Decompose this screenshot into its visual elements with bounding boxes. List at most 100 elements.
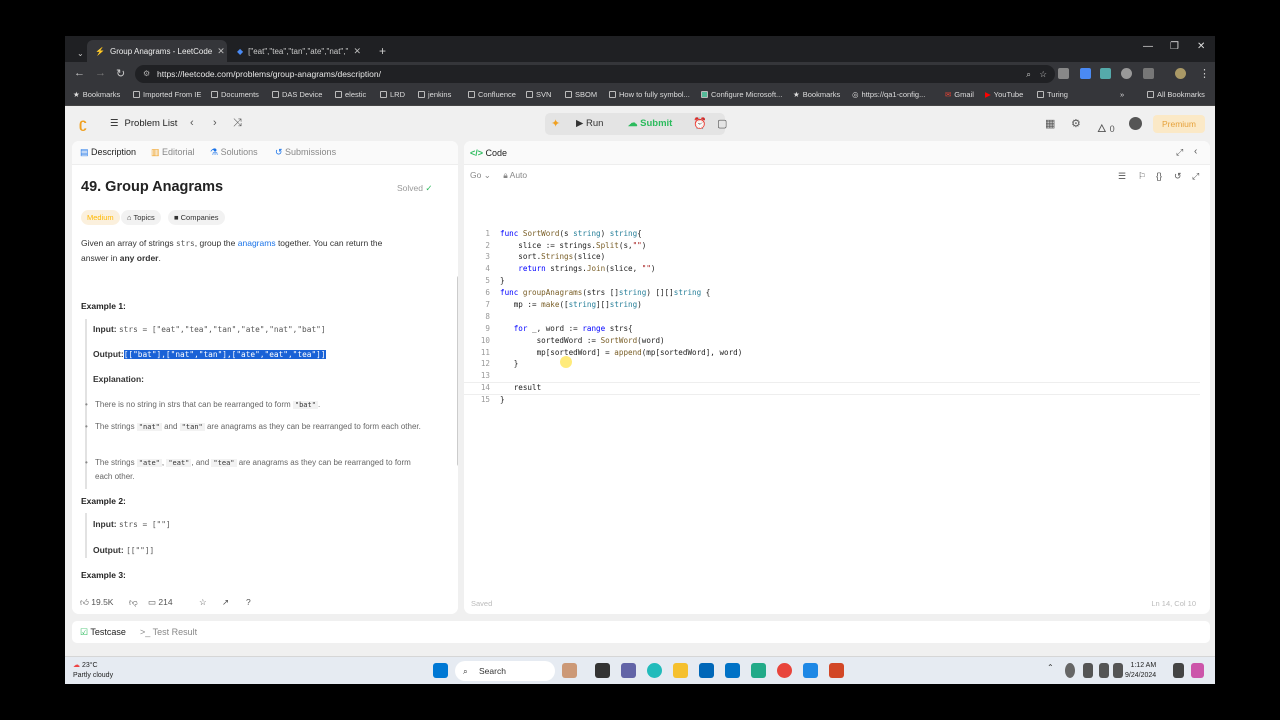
maximize-icon[interactable]: ❐ (1170, 41, 1179, 52)
new-tab-button[interactable]: + (371, 40, 394, 62)
forward-icon[interactable]: → (95, 67, 106, 79)
bookmark-item[interactable]: SBOM (565, 90, 597, 99)
difficulty-badge[interactable]: Medium (81, 210, 120, 225)
bookmark-item[interactable]: ◎ https://qa1-config... (852, 90, 925, 99)
windows-start-icon[interactable] (433, 663, 448, 678)
system-clock[interactable]: 1:12 AM 9/24/2024 (1125, 661, 1156, 681)
tab-group-anagrams[interactable]: ⚡ Group Anagrams - LeetCode ✕ (87, 40, 227, 62)
leetcode-logo[interactable]: ʗ (79, 115, 93, 131)
bookmark-icon[interactable]: ⚐ (1138, 171, 1146, 182)
selected-output-text[interactable]: [["bat"],["nat","tan"],["ate","eat","tea… (123, 350, 326, 359)
notification-bell-icon[interactable] (1173, 663, 1184, 678)
task-view-icon[interactable] (595, 663, 610, 678)
prev-problem-icon[interactable]: ‹ (190, 117, 194, 129)
run-button[interactable]: ▶ Run (576, 118, 603, 129)
wifi-icon[interactable] (1083, 663, 1093, 678)
bookmark-item[interactable]: Turing (1037, 90, 1068, 99)
close-icon[interactable]: ✕ (217, 46, 225, 57)
submit-button[interactable]: ☁ Submit (628, 118, 672, 129)
close-icon[interactable]: ✕ (353, 46, 361, 57)
tab-submissions[interactable]: ↺ Submissions (275, 147, 336, 158)
widget-icon[interactable] (562, 663, 577, 678)
tab-testcase[interactable]: ☑ Testcase (80, 627, 126, 638)
braces-icon[interactable]: {} (1156, 171, 1162, 181)
bookmark-star-icon[interactable]: ☆ (1039, 65, 1047, 83)
anagrams-link[interactable]: anagrams (238, 238, 276, 248)
dislike-icon[interactable]: 👎︎ (129, 597, 138, 608)
powerpoint-icon[interactable] (829, 663, 844, 678)
volume-icon[interactable] (1099, 663, 1109, 678)
minimize-icon[interactable]: — (1143, 41, 1153, 52)
vscode-icon[interactable] (803, 663, 818, 678)
description-scrollbar[interactable] (457, 276, 458, 466)
outlook-icon[interactable] (725, 663, 740, 678)
bookmark-item[interactable]: DAS Device (272, 90, 322, 99)
expand-icon[interactable]: ⤢ (1176, 147, 1183, 158)
tab-test-result[interactable]: >_ Test Result (140, 627, 197, 637)
help-icon[interactable]: ? (246, 597, 251, 607)
comments-button[interactable]: ▭ 214 (148, 597, 173, 608)
weather-widget[interactable]: ☁ 23°C Partly cloudy (73, 661, 113, 681)
problem-list-button[interactable]: ☰ Problem List (110, 118, 177, 129)
zoom-icon[interactable]: ⌕ (1026, 65, 1031, 83)
debug-icon[interactable]: ✦ (551, 117, 560, 130)
timer-icon[interactable]: ⏰ (693, 117, 707, 130)
file-explorer-icon[interactable] (673, 663, 688, 678)
tab-description[interactable]: ▤ Description (80, 147, 136, 158)
chrome-icon[interactable] (777, 663, 792, 678)
bookmark-item[interactable]: elestic (335, 90, 366, 99)
collapse-icon[interactable]: ‹ (1194, 146, 1197, 157)
browser-menu-icon[interactable]: ⋮ (1199, 67, 1210, 80)
code-tab[interactable]: </> Code (470, 148, 507, 158)
bookmark-item[interactable]: SVN (526, 90, 551, 99)
tray-chevron-icon[interactable]: ⌃ (1047, 663, 1055, 678)
like-button[interactable]: 👍︎ 19.5K (80, 597, 113, 608)
premium-button[interactable]: Premium (1153, 115, 1205, 133)
streak-fire-icon[interactable]: 🜂 0 (1097, 117, 1115, 139)
back-icon[interactable]: ← (74, 67, 85, 79)
topics-button[interactable]: ⌂ Topics (121, 210, 161, 225)
bookmark-item[interactable]: Imported From IE (133, 90, 201, 99)
teams-icon[interactable] (621, 663, 636, 678)
tab-list-icon[interactable]: ⌄ (69, 42, 85, 64)
favorite-star-icon[interactable]: ☆ (199, 597, 207, 608)
store-icon[interactable] (699, 663, 714, 678)
bookmark-item[interactable]: ▶ YouTube (985, 90, 1023, 99)
reset-icon[interactable]: ↺ (1174, 171, 1182, 182)
copilot-icon[interactable] (1191, 663, 1204, 678)
language-selector[interactable]: Go ⌄ 🔒︎ Auto (470, 170, 527, 181)
more-bookmarks-icon[interactable]: » (1120, 90, 1124, 99)
format-icon[interactable]: ☰ (1118, 171, 1126, 182)
tab-solutions[interactable]: ⚗ Solutions (210, 147, 258, 158)
bookmark-item[interactable]: How to fully symbol... (609, 90, 690, 99)
extensions-puzzle-icon[interactable] (1143, 68, 1154, 79)
extension-check-icon[interactable] (1080, 68, 1091, 79)
profile-avatar[interactable] (1175, 68, 1186, 79)
extension-react-icon[interactable] (1100, 68, 1111, 79)
companies-button[interactable]: ■ Companies (168, 210, 225, 225)
settings-gear-icon[interactable]: ⚙ (1071, 117, 1081, 130)
shuffle-icon[interactable]: ⤨ (233, 117, 242, 130)
taskbar-search[interactable]: ⌕ Search (455, 661, 555, 681)
fullscreen-icon[interactable]: ⤢ (1192, 171, 1199, 182)
all-bookmarks[interactable]: All Bookmarks (1147, 90, 1205, 99)
tab-search-result[interactable]: ◆ ["eat","tea","tan","ate","nat","ba ✕ (229, 40, 369, 62)
code-editor[interactable]: 1 2 3 4 5 6 7 8 9 10 11 12 13 14 15 func… (464, 193, 1210, 593)
next-problem-icon[interactable]: › (213, 117, 217, 129)
bookmark-item[interactable]: Confluence (468, 90, 516, 99)
share-icon[interactable]: ↗ (222, 597, 229, 608)
bookmark-item[interactable]: Configure Microsoft... (701, 90, 782, 99)
bookmark-item[interactable]: LRD (380, 90, 405, 99)
extension-circle-icon[interactable] (1121, 68, 1132, 79)
user-avatar[interactable] (1129, 117, 1142, 130)
edge-icon[interactable] (647, 663, 662, 678)
bookmark-item[interactable]: ★ Bookmarks (73, 90, 120, 99)
bookmark-item[interactable]: Documents (211, 90, 259, 99)
battery-icon[interactable] (1113, 663, 1123, 678)
excel-icon[interactable] (751, 663, 766, 678)
bookmark-item[interactable]: jenkins (418, 90, 451, 99)
mic-icon[interactable] (1065, 663, 1075, 678)
tab-editorial[interactable]: ▥ Editorial (151, 147, 195, 158)
url-input[interactable]: ⚙ https://leetcode.com/problems/group-an… (135, 65, 1055, 83)
bookmark-item[interactable]: ✉ Gmail (945, 90, 974, 99)
